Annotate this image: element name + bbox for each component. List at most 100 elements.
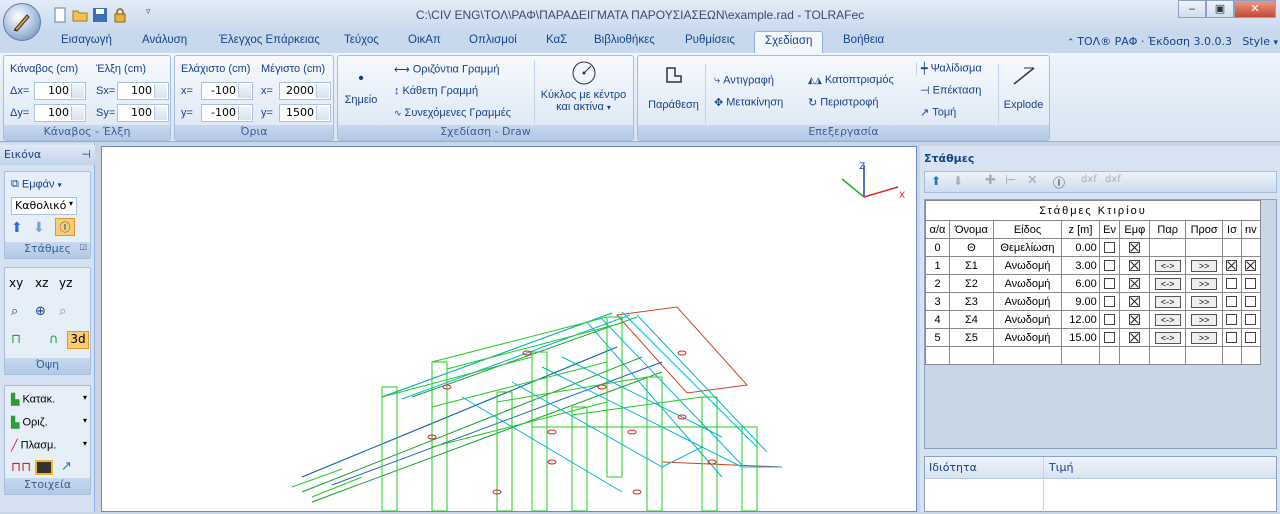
en-checkbox[interactable] bbox=[1104, 296, 1116, 308]
mode-select[interactable]: Καθολικό ▾ bbox=[11, 197, 77, 215]
pros-button[interactable]: >> bbox=[1191, 277, 1218, 290]
delete-level-icon[interactable]: ✕ bbox=[1027, 173, 1038, 188]
dx-input[interactable]: 100 bbox=[34, 82, 86, 100]
en-checkbox[interactable] bbox=[1104, 242, 1116, 254]
is-checkbox[interactable] bbox=[1226, 296, 1238, 308]
max-y-input[interactable]: 1500 bbox=[279, 104, 331, 122]
nv-checkbox[interactable] bbox=[1245, 332, 1257, 344]
table-row[interactable]: 3 Σ3 Ανωδομή 9.00 <-> >> bbox=[924, 292, 1262, 311]
level-name[interactable]: Σ4 bbox=[949, 310, 994, 329]
tab-voitheia[interactable]: Βοήθεια bbox=[843, 34, 884, 46]
level-z[interactable]: 9.00 bbox=[1061, 292, 1100, 311]
en-checkbox[interactable] bbox=[1104, 332, 1116, 344]
add-level-icon[interactable]: ✚ bbox=[985, 173, 996, 188]
min-x-input[interactable]: -100 bbox=[201, 82, 253, 100]
view-xy-button[interactable]: xy bbox=[9, 276, 23, 290]
application-menu-button[interactable] bbox=[3, 3, 41, 41]
sy-input[interactable]: 100 bbox=[117, 104, 169, 122]
drawing-canvas[interactable]: Z X bbox=[101, 146, 917, 512]
arrow-up-icon[interactable]: ⬆ bbox=[11, 220, 23, 236]
parathesi-button[interactable]: Παράθεση bbox=[642, 64, 706, 124]
level-z[interactable]: 3.00 bbox=[1061, 256, 1100, 275]
view-3d-button[interactable]: 3d bbox=[67, 331, 89, 349]
cut-button[interactable]: ↗ Τομή bbox=[920, 106, 956, 119]
level-kind[interactable]: Ανωδομή bbox=[992, 310, 1063, 329]
polyline-button[interactable]: ∿ Συνεχόμενες Γραμμές bbox=[394, 107, 511, 119]
nv-checkbox[interactable] bbox=[1245, 314, 1257, 326]
table-row[interactable]: 0 Θ Θεμελίωση 0.00 bbox=[924, 238, 1262, 257]
extend-button[interactable]: ⊣ Επέκταση bbox=[920, 84, 981, 97]
level-kind[interactable]: Ανωδομή bbox=[992, 256, 1063, 275]
wireframe-icon[interactable]: ∩ bbox=[49, 332, 59, 347]
en-checkbox[interactable] bbox=[1104, 278, 1116, 290]
level-z[interactable]: 12.00 bbox=[1061, 310, 1100, 329]
emf-checkbox[interactable] bbox=[1129, 296, 1141, 308]
table-row[interactable]: 4 Σ4 Ανωδομή 12.00 <-> >> bbox=[924, 310, 1262, 329]
en-checkbox[interactable] bbox=[1104, 314, 1116, 326]
level-name[interactable]: Σ2 bbox=[949, 274, 994, 293]
tab-oplismoi[interactable]: Οπλισμοί bbox=[469, 34, 517, 46]
copy-button[interactable]: ⤷ Αντιγραφή bbox=[714, 74, 774, 87]
close-button[interactable]: ✕ bbox=[1234, 0, 1276, 18]
table-row[interactable]: 5 Σ5 Ανωδομή 15.00 <-> >> bbox=[924, 328, 1262, 347]
tab-kas[interactable]: ΚαΣ bbox=[546, 34, 567, 46]
rotate-button[interactable]: ↻ Περιστροφή bbox=[808, 96, 879, 109]
paste-format-icon[interactable]: dxf bbox=[1105, 174, 1121, 185]
par-button[interactable]: <-> bbox=[1154, 331, 1181, 344]
nv-checkbox[interactable] bbox=[1245, 260, 1257, 272]
par-button[interactable]: <-> bbox=[1154, 277, 1181, 290]
horizontal-line-button[interactable]: ⟷ Οριζόντια Γραμμή bbox=[394, 63, 499, 76]
tab-eisagogi[interactable]: Εισαγωγή bbox=[61, 34, 112, 46]
version-label[interactable]: ⌃ ΤΟΛ® ΡΑΦ · Έκδοση 3.0.0.3 bbox=[1067, 35, 1232, 48]
par-button[interactable]: <-> bbox=[1154, 259, 1181, 272]
move-down-icon[interactable]: ⬇ bbox=[953, 174, 963, 188]
is-checkbox[interactable] bbox=[1226, 278, 1238, 290]
point-button[interactable]: • Σημείο bbox=[342, 70, 380, 106]
insert-level-icon[interactable]: ⊢ bbox=[1005, 173, 1016, 188]
move-up-icon[interactable]: ⬆ bbox=[931, 174, 941, 188]
tab-analysi[interactable]: Ανάλυση bbox=[142, 34, 187, 46]
level-kind[interactable]: Ανωδομή bbox=[992, 328, 1063, 347]
level-kind[interactable]: Ανωδομή bbox=[992, 274, 1063, 293]
tab-rythmiseis[interactable]: Ρυθμίσεις bbox=[685, 34, 735, 46]
emf-checkbox[interactable] bbox=[1129, 278, 1141, 290]
pros-button[interactable]: >> bbox=[1191, 313, 1218, 326]
hatch-icon[interactable] bbox=[35, 460, 53, 475]
min-y-input[interactable]: -100 bbox=[201, 104, 253, 122]
mirror-button[interactable]: ◭◮ Κατοπτρισμός bbox=[808, 74, 894, 86]
sx-input[interactable]: 100 bbox=[117, 82, 169, 100]
pros-button[interactable]: >> bbox=[1191, 331, 1218, 344]
minimize-button[interactable]: ‒ bbox=[1178, 0, 1206, 18]
pin-icon[interactable]: ⊣ bbox=[81, 148, 91, 161]
is-checkbox[interactable] bbox=[1226, 332, 1238, 344]
slab-icon[interactable]: ⊓⊓ bbox=[11, 460, 31, 475]
level-name[interactable]: Θ bbox=[949, 238, 994, 257]
columns-dropdown[interactable]: ▙ Κατακ. ▾ bbox=[11, 393, 87, 406]
trim-button[interactable]: ┿ Ψαλίδισμα bbox=[916, 62, 982, 75]
show-dropdown[interactable]: ⧉ Εμφάν ▾ bbox=[11, 178, 62, 191]
style-menu[interactable]: Style ▾ bbox=[1242, 35, 1278, 48]
tab-sxediasi[interactable]: Σχεδίαση bbox=[754, 31, 824, 53]
nv-checkbox[interactable] bbox=[1245, 296, 1257, 308]
tab-elegxos[interactable]: Έλεγχος Επάρκειας bbox=[219, 34, 320, 46]
view-xz-button[interactable]: xz bbox=[35, 276, 48, 290]
is-checkbox[interactable] bbox=[1226, 314, 1238, 326]
zoom-extents-icon[interactable]: ⌕ bbox=[59, 304, 66, 319]
emf-checkbox[interactable] bbox=[1129, 242, 1141, 254]
is-checkbox[interactable] bbox=[1226, 260, 1238, 272]
info-icon[interactable]: Ⓘ bbox=[1053, 174, 1065, 191]
frame-view-icon[interactable]: ⊓ bbox=[11, 332, 21, 347]
tab-oikap[interactable]: ΟικΑπ bbox=[408, 34, 441, 46]
axes-icon[interactable]: ↗ bbox=[61, 459, 72, 474]
level-z[interactable]: 6.00 bbox=[1061, 274, 1100, 293]
emf-checkbox[interactable] bbox=[1129, 314, 1141, 326]
level-kind[interactable]: Ανωδομή bbox=[992, 292, 1063, 311]
copy-format-icon[interactable]: dxf bbox=[1081, 174, 1097, 185]
par-button[interactable]: <-> bbox=[1154, 295, 1181, 308]
nv-checkbox[interactable] bbox=[1245, 278, 1257, 290]
zoom-in-icon[interactable]: ⊕ bbox=[35, 304, 46, 319]
pros-button[interactable]: >> bbox=[1191, 295, 1218, 308]
vertical-line-button[interactable]: ↕ Κάθετη Γραμμή bbox=[394, 85, 478, 97]
en-checkbox[interactable] bbox=[1104, 260, 1116, 272]
dy-input[interactable]: 100 bbox=[34, 104, 86, 122]
